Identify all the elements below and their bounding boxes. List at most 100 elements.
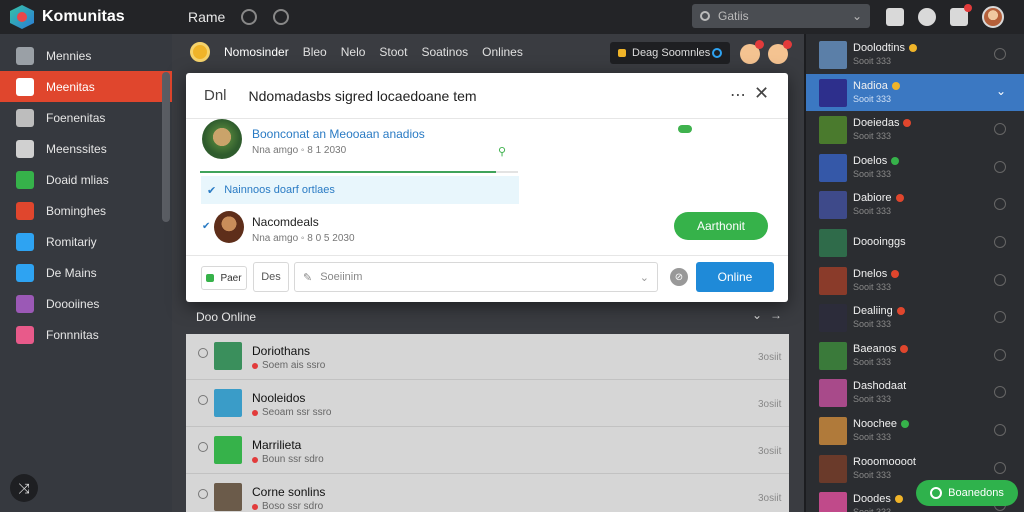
sidebar-item-icon (16, 325, 34, 344)
app-logo[interactable]: Komunitas (0, 5, 180, 29)
friend-status: Sooit 333 (853, 56, 892, 66)
tab-5[interactable]: Soatinos (421, 45, 468, 59)
top-nav-item[interactable]: Rame (188, 9, 225, 25)
list-item-meta-text: Seoam ssr ssro (262, 407, 332, 418)
sidebar-item[interactable]: Foenenitas (0, 102, 172, 133)
select-radio[interactable] (994, 311, 1006, 324)
send-button[interactable]: Online (696, 262, 774, 292)
shuffle-icon[interactable]: ⤨ (10, 474, 38, 502)
list-item[interactable]: Doriothans Soem ais ssro 3osiit (186, 334, 789, 380)
search-input[interactable]: Gatiis ⌄ (692, 4, 870, 28)
friend-item[interactable]: Noochee Sooit 333 (806, 412, 1024, 449)
section-title: Doo Online (196, 310, 257, 324)
notification-icon[interactable] (950, 4, 972, 26)
list-item-name: Marrilieta (252, 438, 302, 452)
status-dot-icon (894, 495, 903, 504)
compass-icon[interactable] (241, 9, 258, 25)
chevron-down-icon[interactable]: ⌄ (640, 271, 649, 284)
notification-badge (964, 4, 972, 12)
friend-item[interactable]: Nadioa Sooit 333 ⌄ (806, 73, 1024, 111)
friend-avatar[interactable] (768, 40, 792, 64)
friend-name-text: Doeiedas (853, 117, 900, 130)
info-bar[interactable]: ✔ Nainnoos doarf ortlaes (201, 176, 519, 204)
tab-1[interactable]: Nomosinder (224, 45, 289, 59)
select-radio[interactable] (994, 236, 1006, 248)
sidebar-item[interactable]: De Mains (0, 257, 172, 288)
modal-footer: Paer Des ✎ Soeiinim ⌄ ⊘ Online (186, 255, 788, 302)
inbox-icon[interactable] (886, 8, 904, 26)
friend-item[interactable]: Baeanos Sooit 333 (806, 337, 1024, 374)
sidebar-item[interactable]: Meenitas (0, 71, 172, 102)
friend-item[interactable]: Doooinggs (806, 224, 1024, 261)
select-radio[interactable] (994, 461, 1006, 474)
sidebar-item-icon (16, 263, 34, 282)
message-input[interactable]: ✎ Soeiinim ⌄ (294, 262, 658, 292)
top-bar: Komunitas Rame (0, 0, 1024, 34)
coin-icon (190, 42, 210, 62)
arrow-right-icon[interactable]: → (770, 308, 782, 322)
sidebar-item-icon (16, 170, 34, 189)
compass-icon[interactable]: ⊘ (670, 268, 688, 286)
key-icon (618, 49, 626, 57)
puzzle-icon[interactable] (918, 8, 936, 26)
friend-avatar (819, 266, 847, 295)
friend-name-text: Doelos (853, 154, 888, 167)
friend-name: Doelos (853, 154, 900, 167)
select-radio[interactable] (994, 273, 1006, 286)
sidebar-item[interactable]: Doooiines (0, 288, 172, 319)
list-item[interactable]: Nooleidos Seoam ssr ssro 3osiit (186, 381, 789, 427)
select-radio[interactable] (994, 386, 1006, 399)
sidebar-item[interactable]: Doaid mlias (0, 164, 172, 195)
friend-name: Baeanos (853, 343, 909, 355)
pin-icon[interactable]: ⚲ (498, 145, 506, 158)
select-radio[interactable] (198, 489, 208, 499)
list-item[interactable]: Marrilieta Boun ssr sdro 3osiit (186, 428, 789, 474)
select-radio[interactable] (198, 348, 208, 358)
friend-item[interactable]: Doeiedas Sooit 333 (806, 111, 1024, 148)
request-row[interactable]: Boonconat an Meooaan anadios Nna amgo ◦ … (202, 119, 772, 173)
select-radio[interactable] (994, 160, 1006, 173)
friend-item[interactable]: Doolodtins Sooit 333 (806, 36, 1024, 73)
more-icon[interactable]: ⋯ (730, 85, 746, 105)
status-pill[interactable]: Deag Soomnles (610, 42, 730, 64)
sidebar-item[interactable]: Bominghes (0, 195, 172, 226)
user-avatar[interactable] (982, 6, 1004, 28)
sidebar-scrollbar[interactable] (162, 72, 170, 222)
sidebar-item[interactable]: Fonnnitas (0, 319, 172, 350)
sidebar-item[interactable]: Mennies (0, 40, 172, 71)
friend-item[interactable]: Dabiore Sooit 333 (806, 186, 1024, 223)
online-friends-button[interactable]: Boanedons (916, 480, 1018, 506)
list-item-meta: Boun ssr sdro (252, 454, 324, 465)
friend-item[interactable]: Dashodaat Sooit 333 (806, 374, 1024, 411)
tab-6[interactable]: Onlines (482, 45, 523, 59)
select-radio[interactable] (994, 123, 1006, 136)
friend-name: Dnelos (853, 268, 900, 280)
sidebar-item[interactable]: Romitariy (0, 226, 172, 257)
chevron-down-icon[interactable]: ⌄ (996, 84, 1006, 98)
select-radio[interactable] (994, 424, 1006, 436)
chip-label: Paer (220, 272, 242, 284)
filter-chip[interactable]: Des (253, 262, 289, 292)
select-radio[interactable] (994, 348, 1006, 361)
tab-2[interactable]: Bleo (303, 45, 327, 59)
friend-avatar[interactable] (740, 40, 764, 64)
friends-panel: Doolodtins Sooit 333 Nadioa Sooit 333 ⌄ Doeie… (806, 34, 1024, 512)
tab-4[interactable]: Stoot (379, 45, 407, 59)
filter-chip[interactable]: Paer (201, 266, 247, 290)
sidebar-item[interactable]: Meenssites (0, 133, 172, 164)
select-radio[interactable] (198, 395, 208, 405)
list-item[interactable]: Corne sonlins Boso ssr sdro 3osiit (186, 475, 789, 512)
select-radio[interactable] (994, 198, 1006, 211)
close-icon[interactable]: ✕ (754, 83, 769, 104)
friend-item[interactable]: Dealiing Sooit 333 (806, 299, 1024, 336)
select-radio[interactable] (198, 442, 208, 452)
friend-item[interactable]: Doelos Sooit 333 (806, 149, 1024, 186)
help-icon[interactable] (273, 9, 290, 25)
request-subtitle: Nna amgo ◦ 8 0 5 2030 (252, 233, 355, 244)
accept-button[interactable]: Aarthonit (674, 212, 768, 240)
tab-3[interactable]: Nelo (341, 45, 366, 59)
status-ring-icon (712, 48, 722, 58)
friend-item[interactable]: Dnelos Sooit 333 (806, 262, 1024, 299)
select-radio[interactable] (994, 48, 1006, 60)
chevron-down-icon[interactable]: ⌄ (752, 308, 762, 322)
